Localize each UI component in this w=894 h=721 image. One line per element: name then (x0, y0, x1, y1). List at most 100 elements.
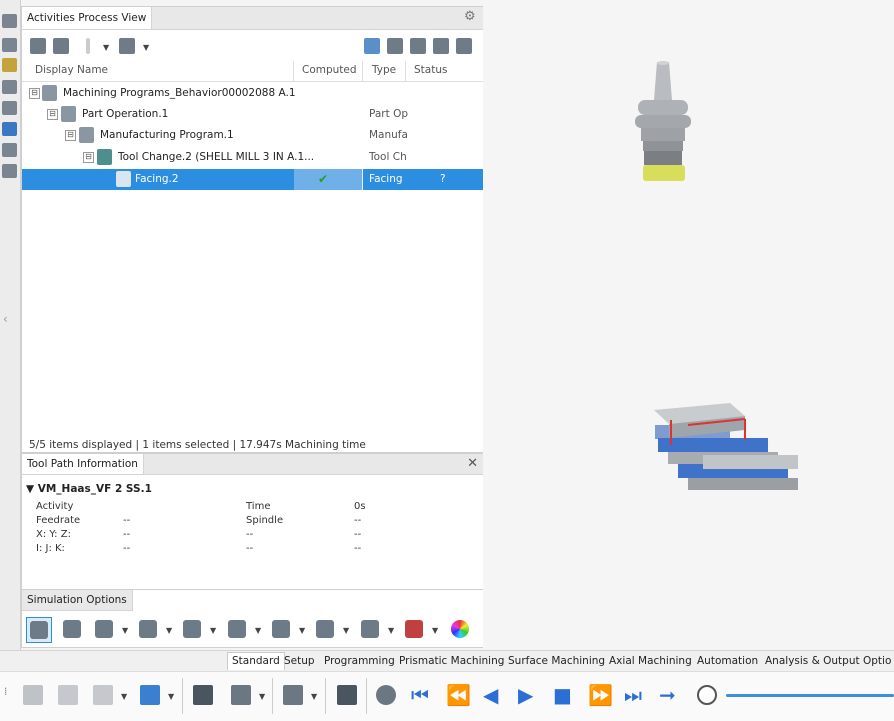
column-divider[interactable] (293, 61, 294, 81)
tab-automation[interactable]: Automation (697, 655, 758, 667)
expand-tree-button[interactable] (51, 36, 71, 56)
chevron-down-icon[interactable]: ▼ (143, 43, 149, 52)
tree-row-facing-selected[interactable]: Facing.2 ✔ Facing ? (22, 169, 483, 190)
play-icon[interactable]: ▶ (518, 684, 533, 706)
machine-name[interactable]: ▼ VM_Haas_VF 2 SS.1 (26, 483, 152, 495)
simulation-mode-button[interactable] (26, 617, 52, 643)
play-reverse-icon[interactable]: ◀ (483, 684, 498, 706)
fit-all-button[interactable] (190, 682, 216, 708)
tab-activities-process-view[interactable]: Activities Process View (22, 7, 153, 29)
tree-row-part-operation[interactable]: ⊟ Part Operation.1 Part Op (22, 104, 483, 125)
operation-icon[interactable] (2, 80, 17, 94)
export-button[interactable] (454, 36, 474, 56)
tool-display-button[interactable] (180, 617, 204, 641)
chevron-down-icon[interactable]: ▼ (432, 626, 438, 635)
step-back-icon[interactable]: ⏪ (446, 684, 471, 706)
color-options-button[interactable] (448, 617, 472, 641)
collision-button[interactable] (269, 617, 293, 641)
properties-button[interactable] (408, 36, 428, 56)
chevron-down-icon[interactable]: ▼ (166, 626, 172, 635)
columns-menu-button[interactable] (78, 36, 98, 56)
column-status[interactable]: Status (414, 64, 447, 76)
program-list-icon (42, 85, 57, 101)
tool-icon[interactable] (2, 164, 17, 178)
chevron-down-icon[interactable]: ▼ (122, 626, 128, 635)
tab-programming[interactable]: Programming (324, 655, 395, 667)
step-forward-icon[interactable]: ⏩ (588, 684, 613, 706)
cut-button[interactable] (20, 682, 46, 708)
tree-row-manufacturing-program[interactable]: ⊟ Manufacturing Program.1 Manufa (22, 125, 483, 146)
display-options-button[interactable] (117, 36, 137, 56)
filter-activities-button[interactable] (28, 36, 48, 56)
filter-button[interactable] (385, 36, 405, 56)
collapse-icon[interactable]: ⊟ (47, 109, 58, 120)
tab-options[interactable]: Optio (863, 655, 891, 667)
tab-setup[interactable]: Setup (284, 655, 315, 667)
analysis-button[interactable] (402, 617, 426, 641)
chevron-down-icon[interactable]: ▼ (388, 626, 394, 635)
tab-simulation-options[interactable]: Simulation Options (22, 590, 133, 611)
close-icon[interactable]: ✕ (467, 456, 478, 471)
folder-icon[interactable] (2, 14, 17, 28)
tab-surface-machining[interactable]: Surface Machining (508, 655, 605, 667)
speed-gauge-button[interactable] (694, 682, 720, 708)
chevron-down-icon[interactable]: ▼ (259, 692, 265, 701)
separator (366, 678, 367, 714)
chevron-down-icon[interactable]: ▼ (168, 692, 174, 701)
collapse-icon[interactable]: ⊟ (65, 130, 76, 141)
settings-button[interactable] (373, 682, 399, 708)
skip-to-start-icon[interactable]: ⏮ (411, 684, 429, 706)
chevron-down-icon[interactable]: ▼ (210, 626, 216, 635)
collapse-arrow-icon[interactable]: ‹ (3, 312, 8, 326)
undo-button[interactable] (137, 682, 163, 708)
column-type[interactable]: Type (372, 64, 396, 76)
row-type: Tool Ch (369, 151, 407, 163)
stop-icon[interactable]: ■ (553, 684, 572, 706)
column-computed[interactable]: Computed (302, 64, 357, 76)
chevron-down-icon[interactable]: ▼ (311, 692, 317, 701)
chevron-down-icon[interactable]: ▼ (103, 43, 109, 52)
settings-button[interactable] (431, 36, 451, 56)
3d-viewport[interactable] (483, 0, 894, 650)
chevron-down-icon[interactable]: ▼ (299, 626, 305, 635)
column-display-name[interactable]: Display Name (35, 64, 108, 76)
gear-icon[interactable]: ⚙ (464, 10, 478, 24)
value-z: -- (354, 529, 362, 540)
tab-standard[interactable]: Standard (227, 652, 285, 670)
copy-button[interactable] (55, 682, 81, 708)
skip-to-end-icon[interactable]: ⏭ (624, 684, 642, 706)
point-display-button[interactable] (136, 617, 160, 641)
program-icon[interactable] (2, 101, 17, 115)
material-removal-button[interactable] (313, 617, 337, 641)
layers-button[interactable] (358, 617, 382, 641)
list-icon[interactable] (2, 143, 17, 157)
tab-prismatic-machining[interactable]: Prismatic Machining (399, 655, 504, 667)
tab-axial-machining[interactable]: Axial Machining (609, 655, 692, 667)
next-arrow-icon[interactable]: ➞ (659, 684, 676, 706)
simulation-progress-slider[interactable] (726, 694, 894, 697)
collapse-icon[interactable]: ⊟ (29, 88, 40, 99)
tree-row-tool-change[interactable]: ⊟ Tool Change.2 (SHELL MILL 3 IN A.1... … (22, 147, 483, 168)
tree-row-machining-programs[interactable]: ⊟ Machining Programs_Behavior00002088 A.… (22, 83, 483, 104)
column-divider[interactable] (362, 61, 363, 81)
export-button[interactable] (334, 682, 360, 708)
column-divider[interactable] (405, 61, 406, 81)
chevron-down-icon[interactable]: ▼ (121, 692, 127, 701)
machine-view-button[interactable] (60, 617, 84, 641)
ribbon-tab-bar: Standard Setup Programming Prismatic Mac… (0, 650, 894, 671)
collapse-icon[interactable]: ⊟ (83, 152, 94, 163)
process-icon[interactable] (2, 38, 17, 52)
tab-analysis-output[interactable]: Analysis & Output (765, 655, 860, 667)
chevron-down-icon[interactable]: ▼ (343, 626, 349, 635)
resource-icon[interactable] (2, 58, 17, 72)
tool-path-display-button[interactable] (92, 617, 116, 641)
paste-button[interactable] (90, 682, 116, 708)
axis-display-button[interactable] (225, 617, 249, 641)
view-book-button[interactable] (228, 682, 254, 708)
chevron-down-icon[interactable]: ▼ (255, 626, 261, 635)
tool-button[interactable] (280, 682, 306, 708)
tab-tool-path-information[interactable]: Tool Path Information (22, 454, 144, 474)
search-button[interactable] (362, 36, 382, 56)
machine-icon[interactable] (2, 122, 17, 136)
computed-cell[interactable]: ✔ (294, 169, 362, 190)
